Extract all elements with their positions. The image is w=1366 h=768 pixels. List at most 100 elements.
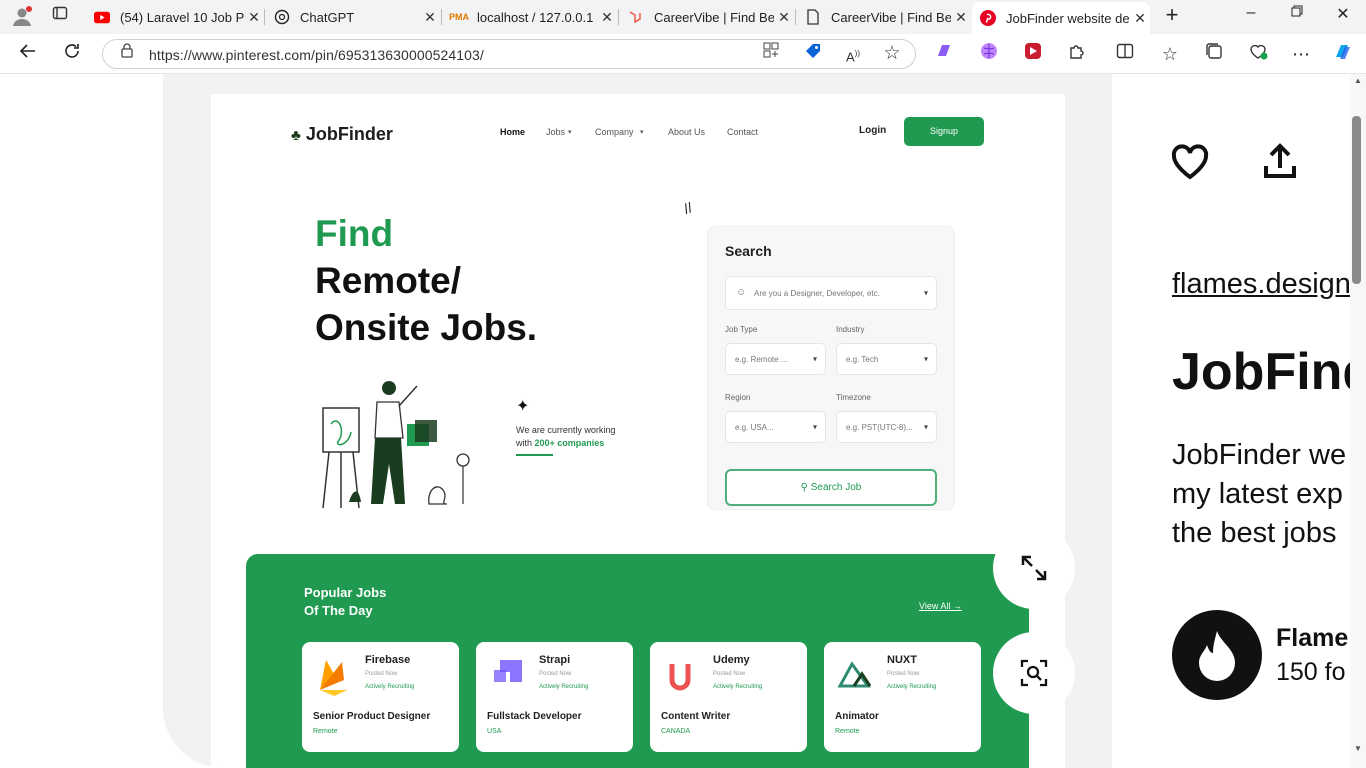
scroll-down-icon[interactable]: ▼ xyxy=(1354,744,1362,753)
tab-phpmyadmin[interactable]: PMA localhost / 127.0.0.1 / ✕ xyxy=(443,3,617,31)
phpmyadmin-icon: PMA xyxy=(449,12,469,22)
tab-divider xyxy=(795,9,796,25)
chevron-down-icon: ▾ xyxy=(923,422,928,432)
laravel-icon xyxy=(628,9,644,25)
extensions-icon[interactable] xyxy=(1065,42,1089,66)
share-icon[interactable] xyxy=(1260,142,1300,182)
chevron-down-icon: ▾ xyxy=(640,129,644,136)
mockup-login: Login xyxy=(859,125,887,136)
source-link[interactable]: flames.design xyxy=(1172,268,1350,301)
minimize-icon[interactable]: – xyxy=(1236,4,1266,22)
view-all-link: View All → xyxy=(919,601,962,611)
copilot-ext-icon[interactable] xyxy=(932,42,956,66)
more-menu-icon[interactable]: ⋯ xyxy=(1289,42,1313,66)
collections-icon[interactable] xyxy=(1202,42,1226,66)
close-window-icon[interactable]: ✕ xyxy=(1328,4,1358,24)
jobfinder-mockup: ♣ JobFinder Home Jobs ▾ Company ▾ About … xyxy=(211,94,1065,768)
user-icon: ☺ xyxy=(736,287,747,298)
address-bar[interactable]: https://www.pinterest.com/pin/6953136300… xyxy=(102,39,916,69)
scroll-up-icon[interactable]: ▲ xyxy=(1354,76,1362,85)
nav-contact: Contact xyxy=(727,127,759,137)
nav-about: About Us xyxy=(668,127,706,137)
search-job-button: ⚲ Search Job xyxy=(725,469,937,506)
tab-youtube[interactable]: (54) Laravel 10 Job Po ✕ xyxy=(86,3,264,31)
mockup-search-card: Search ☺ Are you a Designer, Developer, … xyxy=(707,226,955,510)
udemy-icon xyxy=(669,664,691,691)
video-ext-icon[interactable] xyxy=(1021,42,1045,66)
toolbar: https://www.pinterest.com/pin/6953136300… xyxy=(0,34,1366,74)
browser-essentials-icon[interactable] xyxy=(1246,42,1270,66)
chevron-down-icon: ▾ xyxy=(812,422,817,432)
read-aloud-icon[interactable]: A)) xyxy=(841,42,865,66)
back-icon[interactable] xyxy=(16,42,40,66)
job-card: Firebase Posted Now Actively Recruiting … xyxy=(302,642,459,752)
close-tab-icon[interactable]: ✕ xyxy=(420,9,440,26)
youtube-icon xyxy=(94,9,110,25)
close-tab-icon[interactable]: ✕ xyxy=(951,9,971,26)
favorite-star-icon[interactable]: ☆ xyxy=(880,42,904,66)
restore-icon[interactable] xyxy=(1282,4,1312,22)
tab-careervibe-1[interactable]: CareerVibe | Find Best ✕ xyxy=(620,3,794,31)
tab-actions-icon[interactable] xyxy=(48,5,72,29)
tab-title: (54) Laravel 10 Job Po xyxy=(120,9,244,25)
tab-title: ChatGPT xyxy=(300,9,355,25)
spark-lines-icon: // xyxy=(681,199,695,217)
scrollbar-thumb[interactable] xyxy=(1352,116,1361,284)
nav-home: Home xyxy=(500,127,526,137)
tab-title: CareerVibe | Find Best xyxy=(831,9,951,25)
new-tab-icon[interactable]: + xyxy=(1157,2,1187,28)
leaf-icon: ♣ xyxy=(291,127,301,144)
strapi-icon xyxy=(494,660,522,682)
pinterest-icon xyxy=(980,10,996,26)
coupon-tag-icon[interactable] xyxy=(801,42,825,66)
close-tab-icon[interactable]: ✕ xyxy=(244,9,264,26)
pin-image[interactable]: ♣ JobFinder Home Jobs ▾ Company ▾ About … xyxy=(163,74,1112,768)
refresh-icon[interactable] xyxy=(60,42,84,66)
job-type-label: Job Type xyxy=(725,325,758,334)
copilot-icon[interactable] xyxy=(1331,41,1355,65)
heart-icon[interactable] xyxy=(1170,142,1210,182)
tab-divider xyxy=(618,9,619,25)
author-name[interactable]: Flame xyxy=(1276,624,1348,653)
tab-pinterest[interactable]: JobFinder website de ✕ xyxy=(972,2,1150,34)
timezone-select: e.g. PST(UTC-8)... ▾ xyxy=(836,411,937,443)
nav-jobs: Jobs xyxy=(546,127,566,137)
favorites-icon[interactable]: ☆ xyxy=(1158,42,1182,66)
expand-button[interactable] xyxy=(993,527,1075,609)
brain-ext-icon[interactable] xyxy=(977,42,1001,66)
close-tab-icon[interactable]: ✕ xyxy=(1130,10,1150,27)
pin-details: flames.design JobFinder JobFinder we my … xyxy=(1112,74,1350,768)
chevron-down-icon: ▾ xyxy=(812,354,817,364)
firebase-icon xyxy=(320,660,348,696)
url-text[interactable]: https://www.pinterest.com/pin/6953136300… xyxy=(149,47,484,63)
tab-chatgpt[interactable]: ChatGPT ✕ xyxy=(266,3,440,31)
close-tab-icon[interactable]: ✕ xyxy=(597,9,617,26)
region-select: e.g. USA... ▾ xyxy=(725,411,826,443)
nav-company: Company xyxy=(595,127,634,137)
job-type-select: e.g. Remote ... ▾ xyxy=(725,343,826,375)
chevron-down-icon: ▾ xyxy=(568,129,572,136)
expand-icon xyxy=(1021,555,1047,581)
mockup-working: We are currently working with 200+ compa… xyxy=(516,425,616,448)
popular-jobs-section: Popular Jobs Of The Day View All → Fireb… xyxy=(246,554,1029,768)
illustration xyxy=(322,381,470,509)
job-card: NUXT Posted Now Actively Recruiting Anim… xyxy=(824,642,981,752)
tab-careervibe-2[interactable]: CareerVibe | Find Best ✕ xyxy=(797,3,971,31)
app-available-icon[interactable] xyxy=(759,42,783,66)
tab-divider xyxy=(441,9,442,25)
underline-accent xyxy=(516,454,553,456)
mockup-signup: Signup xyxy=(904,117,984,146)
split-screen-icon[interactable] xyxy=(1113,42,1137,66)
lock-icon[interactable] xyxy=(115,42,139,66)
flame-icon xyxy=(1199,631,1235,681)
page-icon xyxy=(805,9,821,25)
avatar[interactable] xyxy=(1172,610,1262,700)
timezone-label: Timezone xyxy=(836,393,871,402)
profile-icon[interactable] xyxy=(10,5,34,29)
mockup-logo: ♣ JobFinder xyxy=(291,124,393,144)
sparkle-icon: ✦ xyxy=(516,398,530,415)
follower-count: 150 fo xyxy=(1276,658,1346,686)
page-content: ♣ JobFinder Home Jobs ▾ Company ▾ About … xyxy=(0,74,1366,768)
close-tab-icon[interactable]: ✕ xyxy=(774,9,794,26)
visual-search-button[interactable] xyxy=(993,632,1075,714)
